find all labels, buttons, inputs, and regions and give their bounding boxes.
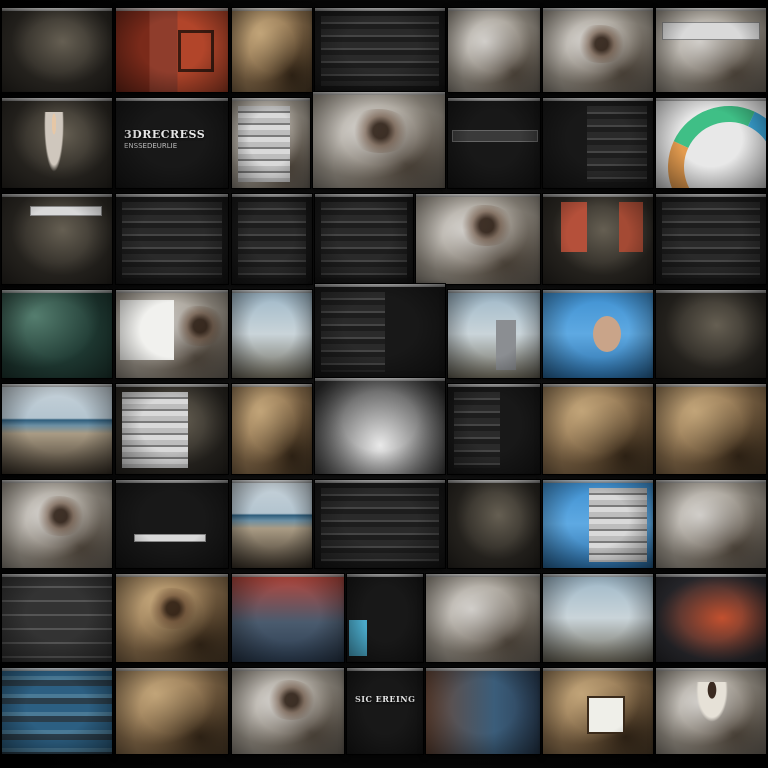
interface-tile	[232, 194, 312, 284]
child-figure	[696, 682, 728, 722]
collage-tile	[543, 480, 653, 568]
collage-tile	[116, 668, 228, 754]
interface-tile	[232, 98, 310, 188]
collage-tile	[543, 290, 653, 378]
tile-title: SIC EREING	[355, 694, 416, 704]
collage-tile	[2, 290, 112, 378]
collage-tile	[543, 194, 653, 284]
interface-tile	[448, 98, 540, 188]
interface-tile	[2, 194, 112, 284]
collage-tile	[448, 480, 540, 568]
interface-tile	[116, 194, 228, 284]
collage-tile	[656, 98, 766, 188]
collage-tile	[2, 574, 112, 662]
collage-tile	[232, 8, 312, 92]
collage-tile	[232, 290, 312, 378]
photo-collage: 3DRECRESS ENSSEDEURLIE SIC EREING	[0, 0, 768, 768]
collage-tile	[2, 668, 112, 754]
collage-tile	[313, 92, 445, 188]
collage-tile	[426, 574, 540, 662]
collage-tile	[543, 574, 653, 662]
interface-tile	[315, 194, 413, 284]
tile-subtitle: ENSSEDEURLIE	[124, 142, 178, 150]
interface-tile	[448, 384, 540, 474]
collage-tile	[656, 668, 766, 754]
interface-tile: SIC EREING	[347, 668, 423, 754]
collage-tile	[448, 8, 540, 92]
interface-tile	[315, 284, 445, 378]
collage-tile	[232, 480, 312, 568]
collage-tile	[232, 668, 344, 754]
collage-tile	[656, 574, 766, 662]
collage-tile	[448, 290, 540, 378]
interface-tile	[543, 98, 653, 188]
collage-tile	[2, 384, 112, 474]
collage-tile	[116, 574, 228, 662]
interface-tile	[315, 8, 445, 92]
collage-tile	[2, 8, 112, 92]
collage-tile	[426, 668, 540, 754]
tile-title: 3DRECRESS	[124, 128, 206, 141]
tower	[496, 320, 516, 370]
collage-tile	[2, 98, 112, 188]
framed-square	[178, 30, 214, 72]
collage-tile	[2, 480, 112, 568]
child-figure	[44, 112, 64, 172]
collage-tile	[656, 384, 766, 474]
child-figure	[593, 316, 621, 352]
collage-tile	[416, 194, 540, 284]
collage-tile	[543, 8, 653, 92]
collage-tile	[656, 480, 766, 568]
collage-tile	[232, 574, 344, 662]
interface-tile	[116, 480, 228, 568]
interface-tile	[116, 384, 228, 474]
interface-tile: 3DRECRESS ENSSEDEURLIE	[116, 98, 228, 188]
interface-tile	[656, 194, 766, 284]
collage-tile	[656, 8, 766, 92]
collage-tile	[232, 384, 312, 474]
collage-tile	[116, 8, 228, 92]
collage-tile	[656, 290, 766, 378]
collage-tile	[543, 384, 653, 474]
collage-tile	[543, 668, 653, 754]
color-arc	[656, 98, 766, 188]
collage-tile	[315, 378, 445, 474]
collage-tile	[116, 290, 228, 378]
interface-tile	[347, 574, 423, 662]
interface-tile	[315, 480, 445, 568]
